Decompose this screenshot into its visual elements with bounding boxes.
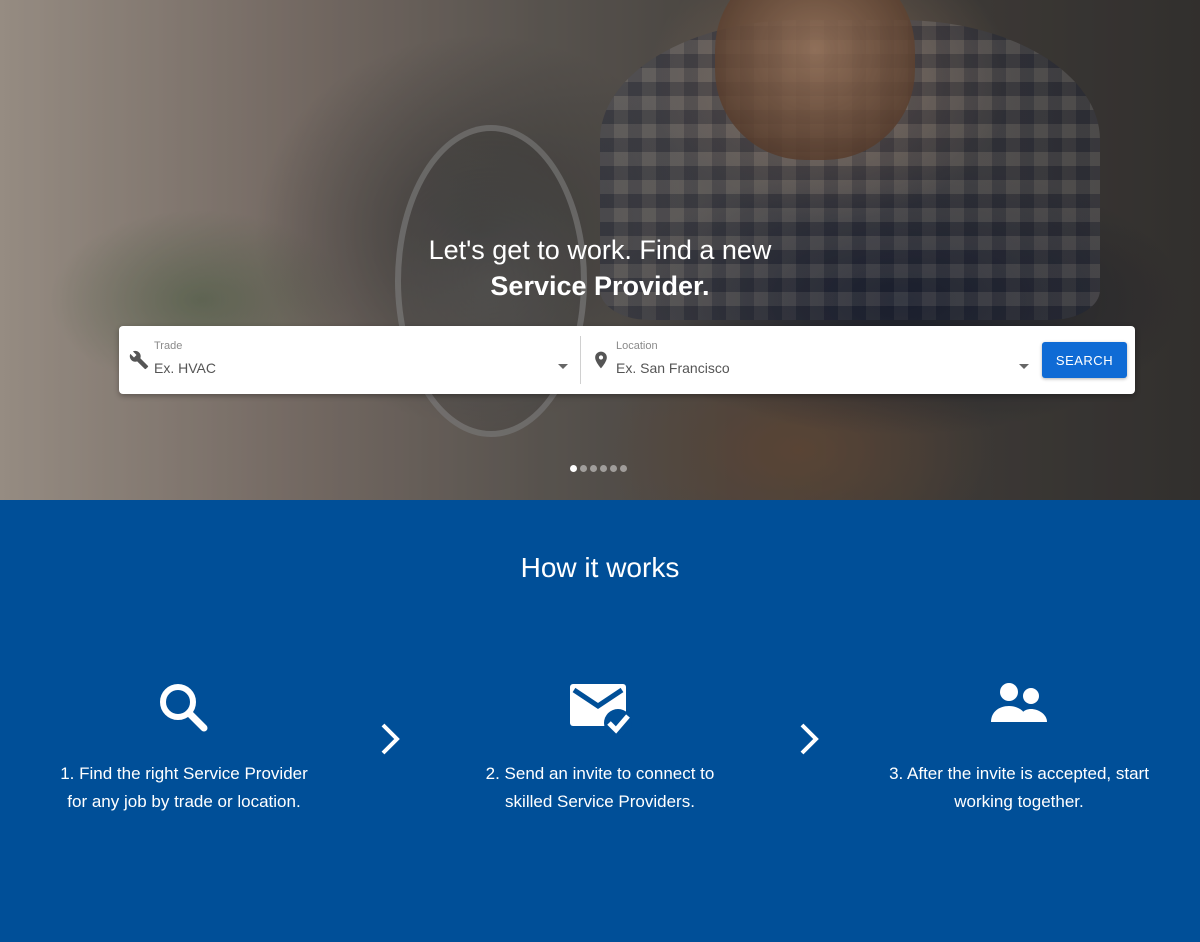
step-2: 2. Send an invite to connect to skilled … (430, 678, 770, 816)
location-label: Location (616, 340, 658, 352)
step-3-line1: 3. After the invite is accepted, start (889, 764, 1149, 783)
trade-input[interactable]: Ex. HVAC (154, 360, 216, 376)
people-icon (991, 683, 1047, 722)
hero-title: Let's get to work. Find a new Service Pr… (0, 232, 1200, 304)
step-1-line2: for any job by trade or location. (67, 792, 301, 811)
chevron-down-icon[interactable] (558, 364, 568, 369)
location-field[interactable]: Location Ex. San Francisco (581, 326, 1041, 394)
chevron-right-icon (800, 723, 819, 755)
step-2-line2: skilled Service Providers. (505, 792, 695, 811)
carousel-dot[interactable] (600, 465, 607, 472)
trade-label: Trade (154, 340, 183, 352)
trade-field[interactable]: Trade Ex. HVAC (119, 326, 580, 394)
step-1: 1. Find the right Service Provider for a… (14, 678, 354, 816)
hero-banner: Let's get to work. Find a new Service Pr… (0, 0, 1200, 500)
location-input[interactable]: Ex. San Francisco (616, 360, 730, 376)
step-3: 3. After the invite is accepted, start w… (849, 678, 1189, 816)
how-it-works-section: How it works 1. Find the right Service P… (0, 500, 1200, 942)
search-bar: Trade Ex. HVAC Location Ex. San Francisc… (119, 326, 1135, 394)
carousel-dots (570, 465, 627, 472)
carousel-dot[interactable] (590, 465, 597, 472)
carousel-dot[interactable] (610, 465, 617, 472)
chevron-right-icon (381, 723, 400, 755)
hero-title-line1: Let's get to work. Find a new (428, 235, 772, 265)
section-title: How it works (520, 552, 680, 583)
carousel-dot[interactable] (570, 465, 577, 472)
search-button[interactable]: SEARCH (1042, 342, 1127, 378)
step-3-line2: working together. (954, 792, 1084, 811)
wrench-icon (129, 350, 149, 370)
search-icon (160, 684, 208, 732)
mail-check-icon (570, 684, 632, 737)
step-2-line1: 2. Send an invite to connect to (485, 764, 715, 783)
map-pin-icon (595, 351, 607, 369)
hero-title-line2: Service Provider. (490, 271, 710, 301)
carousel-dot[interactable] (580, 465, 587, 472)
step-1-line1: 1. Find the right Service Provider (60, 764, 308, 783)
chevron-down-icon[interactable] (1019, 364, 1029, 369)
carousel-dot[interactable] (620, 465, 627, 472)
